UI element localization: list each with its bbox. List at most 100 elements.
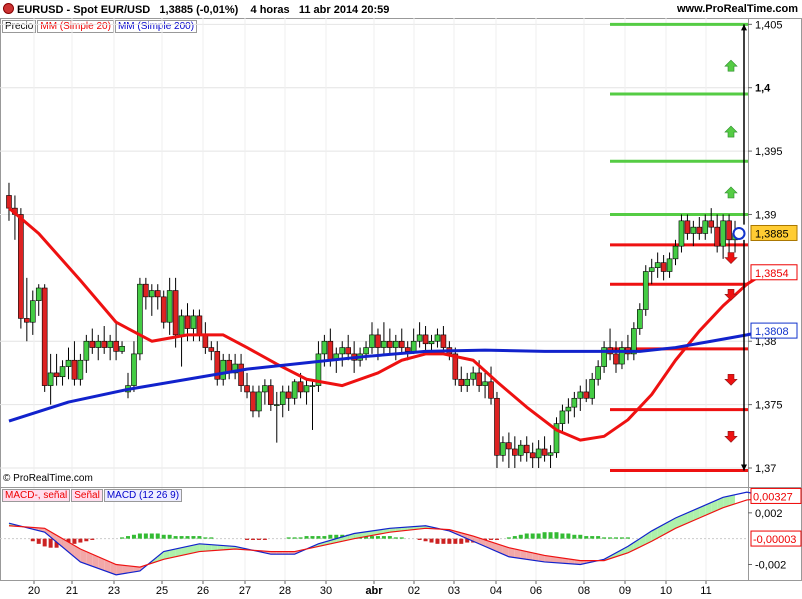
macd-hist-bar-pos xyxy=(298,537,303,539)
price-panel-frame xyxy=(0,18,802,488)
macd-hist-bar-pos xyxy=(161,534,166,539)
bull-candle xyxy=(256,391,262,412)
bear-candle xyxy=(89,340,96,348)
macd-fill-pos xyxy=(205,544,212,552)
bear-candle xyxy=(196,315,203,336)
bear-candle xyxy=(345,347,351,355)
macd-hist-bar-pos xyxy=(399,537,404,539)
bear-candle xyxy=(512,448,518,456)
bear-candle xyxy=(506,442,512,450)
macd-hist-bar-neg xyxy=(459,538,464,544)
bear-candle xyxy=(476,372,482,386)
macd-hist-bar-pos xyxy=(506,537,511,539)
bear-candle xyxy=(458,378,465,386)
macd-hist-bar-pos xyxy=(191,536,196,539)
macd-hist-bar-pos xyxy=(203,537,208,539)
bull-candle xyxy=(83,340,90,361)
macd-hist-bar-pos xyxy=(310,536,315,539)
bull-candle xyxy=(666,258,673,272)
bull-candle xyxy=(309,385,316,387)
bull-candle xyxy=(262,385,268,393)
macd-hist-bar-pos xyxy=(602,537,607,539)
bull-candle xyxy=(178,315,185,336)
macd-hist-bar-pos xyxy=(625,537,630,539)
bull-candle xyxy=(690,226,697,234)
bull-candle xyxy=(648,267,655,272)
macd-legend-signal[interactable]: Señal xyxy=(71,489,103,502)
green-up-arrow-icon xyxy=(724,125,738,138)
macd-hist-bar-pos xyxy=(292,537,297,539)
bull-candle xyxy=(190,315,197,329)
bear-candle xyxy=(714,226,720,247)
x-tick-label: 03 xyxy=(448,585,460,597)
bear-candle xyxy=(404,347,411,352)
bear-candle xyxy=(440,334,447,348)
macd-hist-bar-pos xyxy=(524,533,529,539)
bull-candle xyxy=(672,245,679,260)
macd-hist-bar-pos xyxy=(614,537,618,539)
bull-candle xyxy=(303,385,310,393)
bear-candle xyxy=(708,220,715,228)
bull-candle xyxy=(220,359,227,380)
red-down-arrow-icon xyxy=(724,289,738,301)
macd-hist-bar-pos xyxy=(322,536,327,539)
red-down-arrow-icon xyxy=(724,430,738,443)
macd-hist-bar-neg xyxy=(489,538,494,540)
macd-hist-bar-pos xyxy=(619,537,624,539)
bear-candle xyxy=(541,448,548,456)
bear-candle xyxy=(18,214,24,319)
bear-candle xyxy=(71,359,78,380)
macd-hist-bar-pos xyxy=(143,533,148,539)
bull-candle xyxy=(95,340,102,348)
bull-candle xyxy=(29,300,36,323)
bear-candle xyxy=(684,220,691,234)
bear-candle xyxy=(6,195,12,209)
macd-hist-bar-pos xyxy=(393,537,398,539)
macd-hist-bar-pos xyxy=(548,532,553,539)
x-tick-label: abr xyxy=(365,585,383,597)
macd-hist-bar-neg xyxy=(494,538,499,540)
macd-hist-bar-pos xyxy=(512,536,517,539)
bear-candle xyxy=(297,381,304,393)
bull-candle xyxy=(428,340,435,345)
x-tick-label: 30 xyxy=(320,585,332,597)
bear-candle xyxy=(387,340,393,348)
macd-hist-bar-pos xyxy=(536,533,541,539)
macd-hist-bar-pos xyxy=(328,534,333,539)
bull-candle xyxy=(637,309,643,329)
macd-hist-bar-pos xyxy=(126,536,130,539)
bull-candle xyxy=(678,220,685,247)
macd-fill-neg xyxy=(116,564,123,575)
macd-legend-macd[interactable]: MACD (12 26 9) xyxy=(103,489,183,502)
macd-hist-bar-neg xyxy=(256,538,261,540)
macd-hist-bar-pos xyxy=(137,533,142,539)
macd-hist-bar-neg xyxy=(72,538,77,544)
macd-legend-diff[interactable]: MACD-, señal xyxy=(2,489,71,502)
y-tick-label: 1,39 xyxy=(755,209,776,221)
bull-candle xyxy=(59,366,66,378)
bull-candle xyxy=(273,404,280,406)
bear-candle xyxy=(53,372,60,378)
x-tick-label: 04 xyxy=(490,585,502,597)
bear-candle xyxy=(327,340,334,361)
x-tick-label: 21 xyxy=(66,585,78,597)
bull-candle xyxy=(702,220,709,234)
x-tick-label: 02 xyxy=(408,585,420,597)
macd-hist-bar-pos xyxy=(120,537,125,539)
macd-hist-bar-pos xyxy=(572,534,577,539)
macd-hist-bar-pos xyxy=(554,532,559,539)
bear-candle xyxy=(494,397,500,456)
bull-candle xyxy=(482,381,488,386)
macd-hist-bar-pos xyxy=(131,534,136,539)
macd-hist-bar-pos xyxy=(149,533,154,539)
bear-candle xyxy=(24,318,30,323)
x-tick-label: 10 xyxy=(660,585,672,597)
bull-candle xyxy=(642,271,649,310)
last-price-marker xyxy=(732,226,746,240)
chart-canvas[interactable]: 1,4051,41,3951,391,381,3751,3720 21 23 25 26… xyxy=(0,0,802,599)
macd-hist-bar-pos xyxy=(530,533,535,539)
bear-candle xyxy=(202,334,209,348)
macd-hist-bar-neg xyxy=(30,538,35,542)
y-tick-label: 1,37 xyxy=(755,463,776,475)
macd-hist-bar-pos xyxy=(381,536,386,539)
